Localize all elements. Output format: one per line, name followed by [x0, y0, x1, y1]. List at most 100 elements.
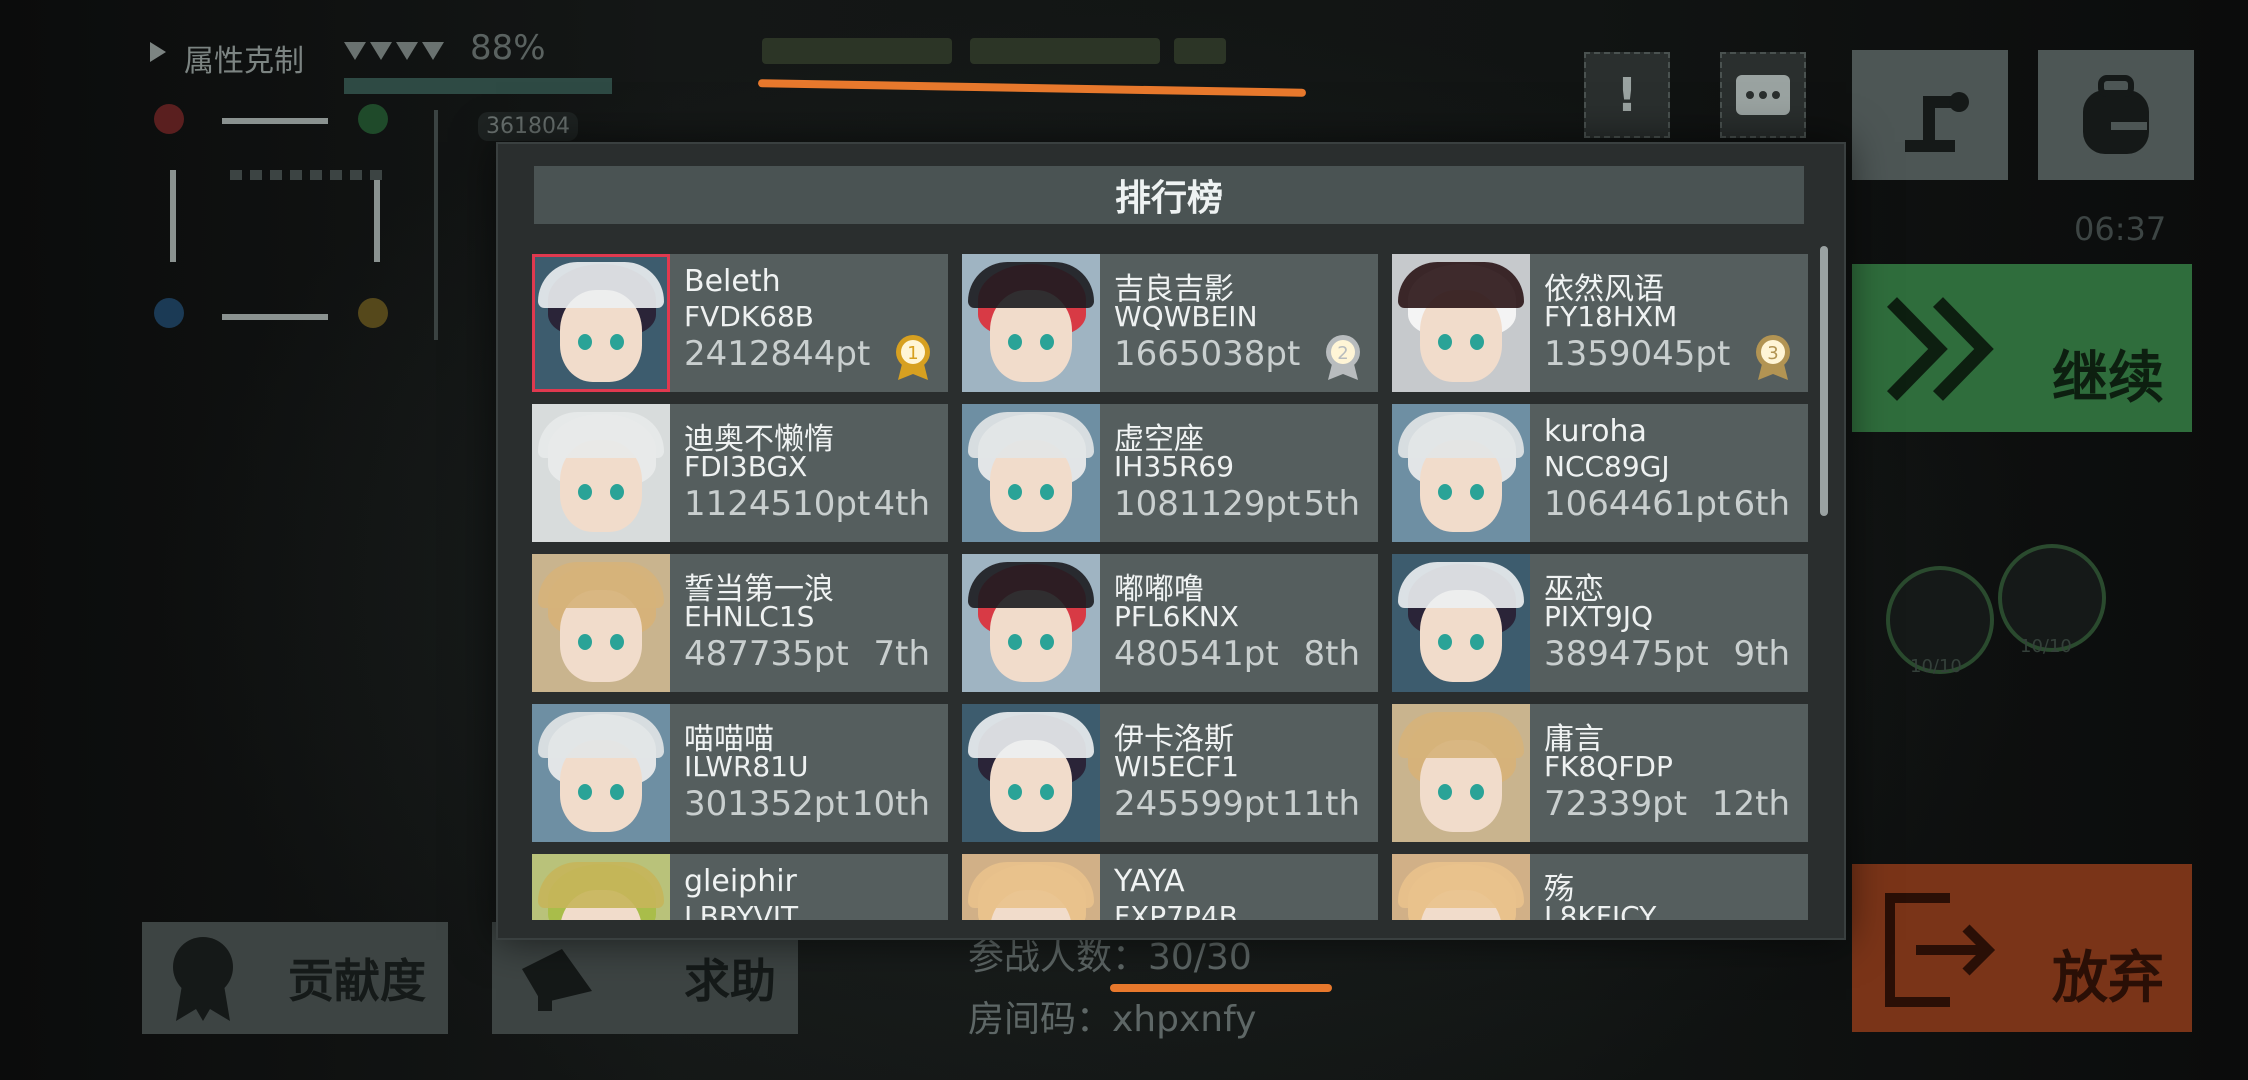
play-triangle-icon [148, 40, 168, 62]
triangle-rating-icons [344, 40, 454, 66]
player-points: 245599pt [1114, 784, 1279, 824]
player-points: 389475pt [1544, 634, 1709, 674]
leaderboard-entry[interactable]: 迪奥不懒惰 FDI3BGX 1124510pt 4th [532, 404, 948, 542]
give-up-label: 放弃 [2052, 946, 2164, 1011]
help-label: 求助 [684, 954, 776, 1008]
element-chart-title: 属性克制 [184, 44, 304, 79]
chat-bubble-icon[interactable] [1720, 52, 1806, 138]
player-portrait [962, 854, 1100, 920]
player-id: PFL6KNX [1114, 600, 1239, 633]
player-points: 1064461pt [1544, 484, 1731, 524]
player-portrait [962, 554, 1100, 692]
medal-number: 2 [1337, 343, 1348, 364]
leaderboard-entry[interactable]: 伊卡洛斯 WI5ECF1 245599pt 11th [962, 704, 1378, 842]
player-portrait [1392, 404, 1530, 542]
player-points: 301352pt [684, 784, 849, 824]
player-portrait [532, 704, 670, 842]
player-id: WI5ECF1 [1114, 750, 1239, 783]
player-name: Beleth [684, 264, 781, 299]
continue-button[interactable]: 继续 [1852, 264, 2192, 432]
player-rank: 6th [1733, 484, 1790, 524]
top-bar-segment [1174, 38, 1226, 64]
leaderboard-entry[interactable]: Beleth FVDK68B 2412844pt 1 [532, 254, 948, 392]
player-points: 72339pt [1544, 784, 1688, 824]
arrow-down [374, 170, 380, 262]
avatar-counter: 10/10 [1910, 656, 1962, 677]
top-bar-segment [970, 38, 1160, 64]
player-portrait [1392, 704, 1530, 842]
medal-number: 1 [907, 343, 918, 364]
player-id: ILWR81U [684, 750, 809, 783]
lightning-element-icon [358, 298, 388, 328]
player-points: 1665038pt [1114, 334, 1301, 374]
element-badge: 361804 [478, 112, 578, 141]
leaderboard-entry[interactable]: gleiphir LBBYVJT [532, 854, 948, 920]
ribbon-badge-icon [173, 937, 233, 1021]
player-id: NCC89GJ [1544, 450, 1670, 483]
player-name: YAYA [1114, 864, 1185, 899]
dotted-line [230, 170, 390, 180]
leaderboard-entry[interactable]: 誓当第一浪 EHNLC1S 487735pt 7th [532, 554, 948, 692]
double-chevron-icon [1886, 297, 1994, 401]
player-points: 1359045pt [1544, 334, 1731, 374]
player-id: PIXT9JQ [1544, 600, 1654, 633]
player-portrait [962, 704, 1100, 842]
player-rank: 10th [851, 784, 930, 824]
leaderboard-list[interactable]: Beleth FVDK68B 2412844pt 1 吉良吉影 WQWBEIN 166503… [532, 254, 1812, 920]
top-bar-segment [762, 38, 952, 64]
medal-number: 3 [1767, 343, 1778, 364]
leaderboard-entry[interactable]: YAYA FXP7P4B [962, 854, 1378, 920]
medal-icon: 2 [1324, 334, 1362, 380]
contribution-button[interactable]: 贡献度 [142, 922, 448, 1034]
arrow-right [222, 118, 328, 124]
medal-icon: 1 [894, 334, 932, 380]
leaderboard-entry[interactable]: 依然风语 FY18HXM 1359045pt 3 [1392, 254, 1808, 392]
player-portrait [1392, 854, 1530, 920]
player-id: LBBYVJT [684, 900, 799, 920]
timer-text: 06:37 [2074, 210, 2167, 248]
continue-label: 继续 [2052, 346, 2164, 411]
player-portrait [532, 254, 670, 392]
arrow-left [222, 314, 328, 320]
player-points: 487735pt [684, 634, 849, 674]
player-rank: 12th [1711, 784, 1790, 824]
backpack-icon [2083, 75, 2149, 154]
player-portrait [962, 254, 1100, 392]
leaderboard-entry[interactable]: 巫恋 PIXT9JQ 389475pt 9th [1392, 554, 1808, 692]
megaphone-icon [522, 949, 592, 1011]
avatar-counter: 10/10 [2020, 636, 2072, 657]
player-rank: 5th [1303, 484, 1360, 524]
give-up-button[interactable]: 放弃 [1852, 864, 2192, 1032]
player-id: FVDK68B [684, 300, 815, 333]
player-id: FY18HXM [1544, 300, 1678, 333]
leaderboard-entry[interactable]: 殇 L8KFICY [1392, 854, 1808, 920]
room-code-text: 房间码：xhpxnfy [968, 999, 1257, 1040]
leaderboard-entry[interactable]: 喵喵喵 ILWR81U 301352pt 10th [532, 704, 948, 842]
leaderboard-entry[interactable]: 嘟嘟噜 PFL6KNX 480541pt 8th [962, 554, 1378, 692]
leaderboard-scrollbar[interactable] [1820, 246, 1828, 516]
player-id: EHNLC1S [684, 600, 815, 633]
water-element-icon [154, 298, 184, 328]
robot-arm-icon [1905, 92, 1969, 152]
player-portrait [1392, 254, 1530, 392]
leaderboard-dialog: 排行榜 Beleth FVDK68B 2412844pt 1 吉良吉影 WQWBEIN 16… [496, 142, 1846, 940]
backpack-button[interactable] [2038, 50, 2194, 180]
player-points: 2412844pt [684, 334, 871, 374]
exit-icon [1885, 893, 1996, 1007]
leaderboard-entry[interactable]: 虚空座 IH35R69 1081129pt 5th [962, 404, 1378, 542]
element-percent: 88% [470, 28, 546, 68]
leaderboard-entry[interactable]: kuroha NCC89GJ 1064461pt 6th [1392, 404, 1808, 542]
divider-line [434, 110, 438, 340]
player-rank: 11th [1281, 784, 1360, 824]
player-rank: 4th [873, 484, 930, 524]
robot-arm-button[interactable] [1852, 50, 2008, 180]
player-portrait [532, 404, 670, 542]
player-rank: 9th [1733, 634, 1790, 674]
player-portrait [532, 854, 670, 920]
leaderboard-entry[interactable]: 吉良吉影 WQWBEIN 1665038pt 2 [962, 254, 1378, 392]
player-points: 1124510pt [684, 484, 871, 524]
alert-icon[interactable]: ! [1584, 52, 1670, 138]
player-points: 1081129pt [1114, 484, 1301, 524]
leaderboard-entry[interactable]: 庸言 FK8QFDP 72339pt 12th [1392, 704, 1808, 842]
player-id: FXP7P4B [1114, 900, 1238, 920]
